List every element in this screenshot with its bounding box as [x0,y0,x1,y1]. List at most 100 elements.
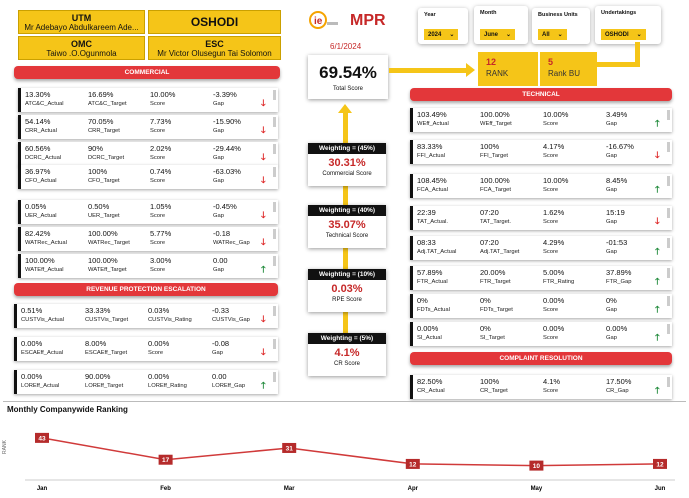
kpi-column: 16.69% ATC&C_Target [88,90,127,107]
chevron-down-icon: ⌄ [557,32,563,38]
kpi-value: 16.69% [88,90,114,99]
arrow-up-icon: 🡑 [655,184,660,194]
commercial-kpi-card: 0.05% UER_Actual 0.50% UER_Target 1.05% Score… [18,200,278,224]
kpi-column: 60.56% DCRC_Actual [25,144,61,161]
kpi-column: 90% DCRC_Target [88,144,124,161]
kpi-label: Adj.TAT_Actual [417,249,457,255]
undertakings-select[interactable]: OSHODI ⌄ [601,29,646,40]
rank-bu-value: 5 [548,57,554,67]
kpi-value: 3.49% [606,110,628,119]
technical-kpi-card: 22:39 TAT_Actual. 07:20 TAT_Target. 1.62% Sco… [410,206,672,230]
kpi-label: Score [543,153,559,159]
scrollbar[interactable] [273,90,276,100]
scrollbar[interactable] [667,142,670,152]
scrollbar[interactable] [273,117,276,127]
kpi-value: 4.17% [543,142,565,151]
scrollbar[interactable] [273,229,276,239]
kpi-value: -63.03% [213,167,241,176]
scrollbar[interactable] [667,296,670,306]
scrollbar[interactable] [667,238,670,248]
esc-title: ESC [205,39,224,49]
x-tick-label: Apr [408,486,419,492]
total-score-value: 69.54% [319,63,377,82]
kpi-value: 0.00 [213,256,228,265]
app-title: MPR [350,12,386,29]
scrollbar[interactable] [667,268,670,278]
kpi-value: -0.18 [213,229,231,238]
kpi-value: 8.00% [85,339,107,348]
total-score-label: Total Score [332,86,363,92]
kpi-column: 100.00% WATEff_Target [88,256,127,273]
kpi-value: 0.00% [148,372,170,381]
kpi-column: 8.00% ESCAEff_Target [85,339,127,356]
scrollbar[interactable] [273,202,276,212]
rank-bu-card: 5 Rank BU [540,52,597,86]
kpi-value: 0.50% [88,202,110,211]
technical-score-value: 35.07% [328,219,366,231]
kpi-label: Adj.TAT_Target [480,249,520,255]
kpi-column: 100.00% WEff_Target [480,110,512,127]
kpi-label: Score [150,128,166,134]
scrollbar[interactable] [273,339,276,349]
kpi-value: 3.00% [150,256,172,265]
technical-kpi-card: 0.00% SI_Actual 0% SI_Target 0.00% Score 0.00%… [410,322,672,346]
kpi-label: Score [150,267,166,273]
kpi-column: 100% CR_Target [480,377,508,394]
kpi-value: 0% [417,296,428,305]
scrollbar[interactable] [273,306,276,316]
arrow-down-icon: 🡓 [261,98,266,108]
scrollbar[interactable] [667,377,670,387]
scrollbar[interactable] [273,372,276,382]
kpi-label: LOREff_Rating [148,383,187,389]
scrollbar[interactable] [273,256,276,266]
kpi-column: 0.00% Score [543,324,564,341]
rpe-weight-card: Weighting = (10%) 0.03% RPE Score [308,269,386,312]
kpi-column: 100% CFO_Target [88,167,120,184]
report-date: 6/1/2024 [330,42,362,51]
kpi-value: 8.45% [606,176,628,185]
kpi-value: -15.90% [213,117,241,126]
kpi-column: 1.05% Score [150,202,171,219]
kpi-column: 3.00% Score [150,256,171,273]
kpi-column: 5.77% Score [150,229,171,246]
kpi-label: Gap [213,128,224,134]
data-label: 17 [162,457,170,464]
month-filter[interactable]: Month June ⌄ [474,6,528,44]
kpi-label: WATEff_Target [88,267,127,273]
scrollbar[interactable] [667,324,670,334]
kpi-column: -16.67% Gap [606,142,634,159]
business-units-select[interactable]: All ⌄ [538,29,567,40]
kpi-value: 100.00% [88,229,118,238]
kpi-label: FTR_Actual [417,279,448,285]
kpi-label: UER_Actual [25,213,57,219]
commercial-kpi-card: 54.14% CRR_Actual 70.05% CRR_Target 7.73% Sco… [18,115,278,139]
kpi-column: 70.05% CRR_Target [88,117,120,134]
data-label: 12 [409,461,417,468]
arrow-down-icon: 🡓 [261,210,266,220]
scrollbar[interactable] [667,110,670,120]
rank-label: RANK [486,69,509,78]
kpi-label: Score [150,155,166,161]
arrow-down-icon: 🡓 [261,347,266,357]
kpi-label: Score [543,307,559,313]
kpi-label: SI_Target [480,335,505,341]
undertakings-filter[interactable]: Undertakings OSHODI ⌄ [595,6,661,44]
scrollbar[interactable] [667,208,670,218]
month-select[interactable]: June ⌄ [480,29,516,40]
year-select[interactable]: 2024 ⌄ [424,29,459,40]
kpi-value: 100% [480,142,500,151]
utm-name: Mr Adebayo Abdulkareem Ade... [24,23,139,32]
year-filter[interactable]: Year 2024 ⌄ [418,8,468,44]
kpi-column: 22:39 TAT_Actual. [417,208,448,225]
kpi-column: 0% Gap [606,296,617,313]
arrow-up-icon: 🡑 [655,332,660,342]
esc-box: ESC Mr Victor Olusegun Tai Solomon [148,36,281,60]
business-units-filter[interactable]: Business Units All ⌄ [532,8,590,44]
scrollbar[interactable] [667,176,670,186]
scrollbar[interactable] [273,144,276,154]
arrow-up-icon: 🡑 [655,246,660,256]
scrollbar[interactable] [273,167,276,177]
connector-vertical [343,112,348,145]
kpi-value: 20.00% [480,268,506,277]
commercial-kpi-card: 82.42% WATRec_Actual 100.00% WATRec_Target 5… [18,227,278,251]
